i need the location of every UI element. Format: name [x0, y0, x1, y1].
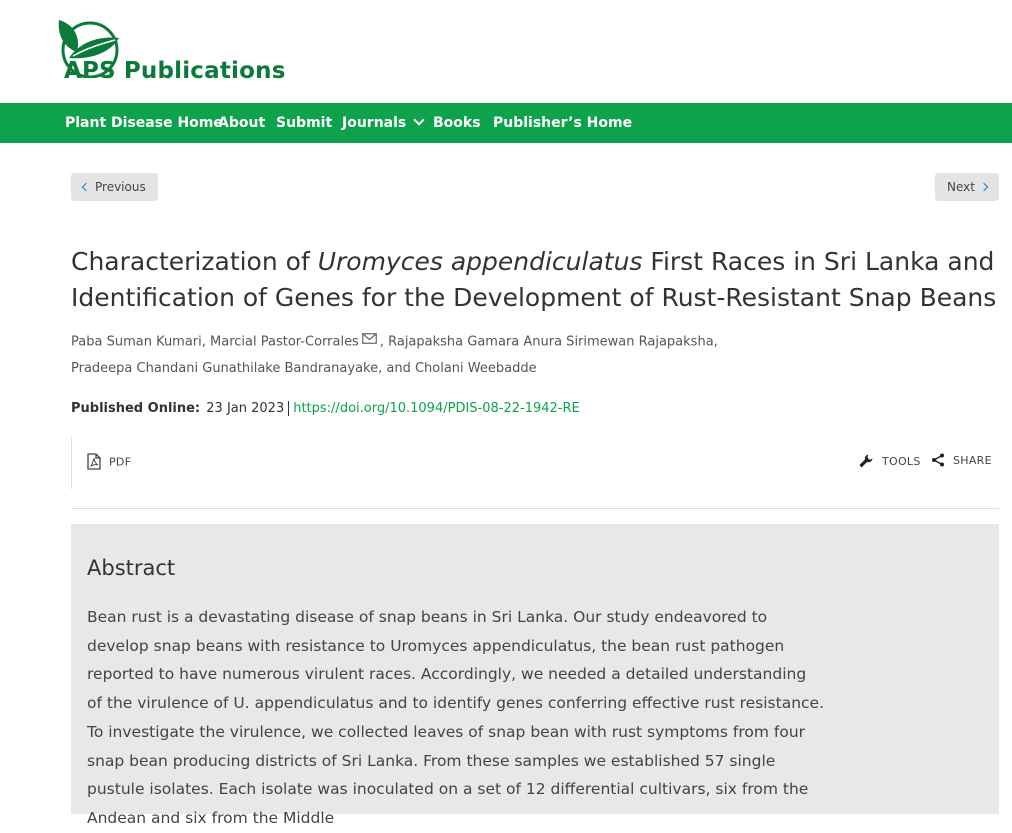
publication-info: Published Online: 23 Jan 2023 https://doi… [71, 399, 580, 419]
authors-line1b[interactable]: , Rajapaksha Gamara Anura Sirimewan Raja… [380, 335, 718, 350]
nav-journals[interactable]: Journals [342, 103, 425, 143]
published-date: 23 Jan 2023 [206, 401, 290, 416]
chevron-right-icon [979, 182, 989, 192]
next-button[interactable]: Next [935, 173, 999, 201]
title-part-1: Characterization of [71, 247, 318, 276]
section-divider [71, 508, 999, 509]
mail-icon[interactable] [361, 328, 377, 354]
abstract-section: Abstract Bean rust is a devastating dise… [71, 524, 999, 827]
abstract-heading: Abstract [87, 556, 176, 580]
share-label: SHARE [953, 454, 992, 467]
pdf-button[interactable]: PDF [87, 453, 132, 471]
share-icon [932, 453, 944, 467]
main-navbar: Plant Disease Home About Submit Journals… [0, 103, 1012, 143]
authors-line2[interactable]: Pradeepa Chandani Gunathilake Bandranaya… [71, 361, 537, 376]
wrench-icon [859, 454, 873, 468]
tools-button[interactable]: TOOLS [858, 454, 921, 470]
aps-publications-logo[interactable]: APS Publications [55, 18, 295, 88]
next-label: Next [947, 180, 975, 194]
authors-line1a[interactable]: Paba Suman Kumari, Marcial Pastor-Corral… [71, 335, 359, 350]
pdf-icon [87, 453, 101, 470]
chevron-left-icon [81, 182, 91, 192]
chevron-down-icon [413, 114, 425, 126]
nav-about[interactable]: About [218, 103, 265, 143]
pdf-label: PDF [109, 455, 132, 469]
abstract-text: Bean rust is a devastating disease of sn… [87, 608, 825, 827]
nav-journals-label: Journals [342, 115, 407, 131]
nav-plant-disease-home[interactable]: Plant Disease Home [65, 103, 223, 143]
logo-aps: APS [64, 58, 116, 84]
nav-submit[interactable]: Submit [276, 103, 332, 143]
share-button[interactable]: SHARE [931, 453, 992, 468]
doi-link[interactable]: https://doi.org/10.1094/PDIS-08-22-1942-… [293, 401, 580, 416]
logo-publications: Publications [123, 58, 286, 84]
tools-label: TOOLS [882, 455, 921, 468]
nav-books[interactable]: Books [433, 103, 481, 143]
author-list: Paba Suman Kumari, Marcial Pastor-Corral… [71, 329, 771, 382]
previous-label: Previous [95, 180, 146, 194]
article-toolbar: PDF TOOLS SHARE [71, 437, 1000, 489]
previous-button[interactable]: Previous [71, 173, 158, 201]
title-italic: Uromyces appendiculatus [317, 247, 643, 276]
published-label: Published Online: [71, 401, 201, 416]
nav-publishers-home[interactable]: Publisher’s Home [493, 103, 632, 143]
article-title: Characterization of Uromyces appendicula… [71, 244, 1006, 316]
logo-text: APS Publications [64, 58, 286, 84]
